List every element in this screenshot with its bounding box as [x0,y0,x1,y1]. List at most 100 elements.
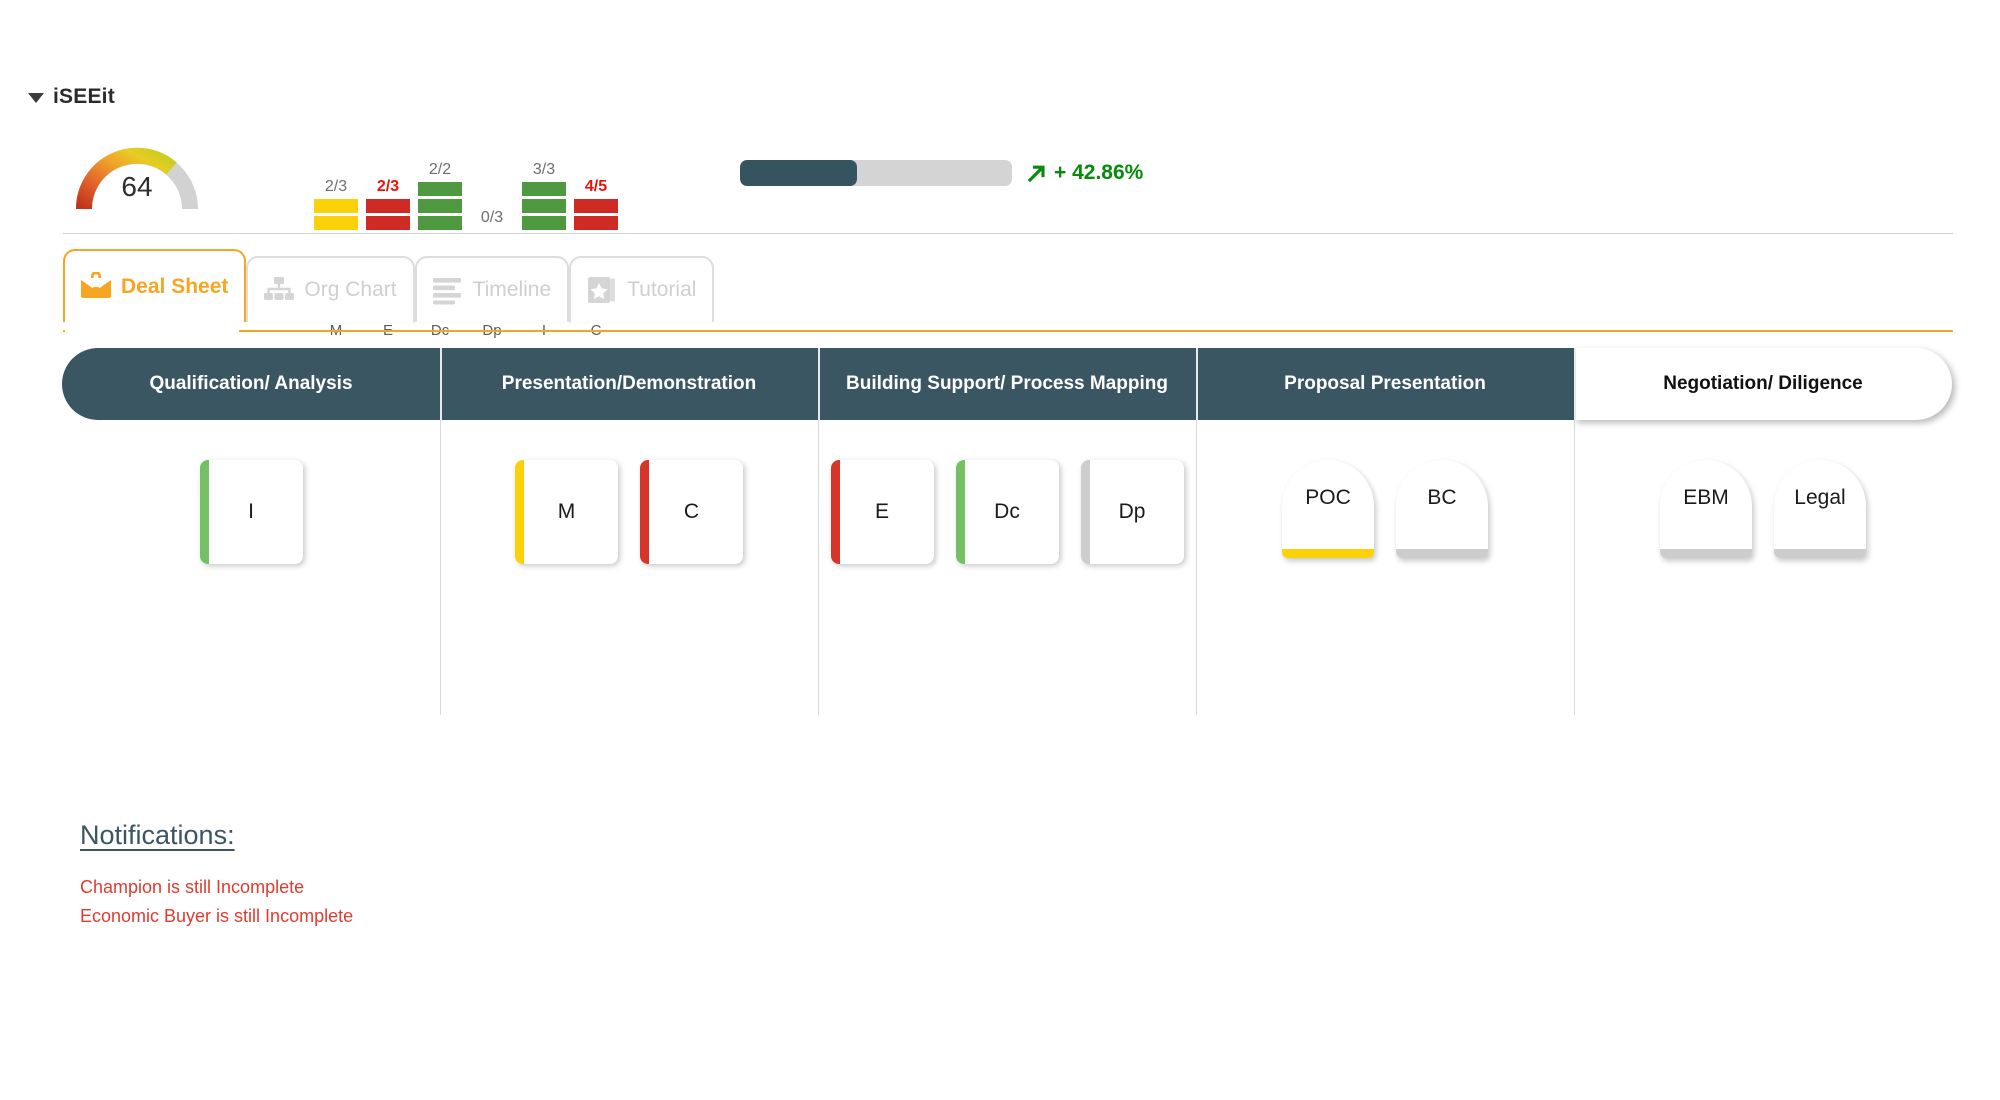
stage-card-columns: I M C E Dc Dp POC BC EBM Legal [62,420,1952,780]
deal-card-bc[interactable]: BC [1396,460,1488,558]
meddic-segment [314,216,358,230]
meddic-segment [418,199,462,213]
meddic-column-e: 2/3 [362,179,414,230]
card-status-bar [1774,549,1866,558]
meddic-column-dp: 0/3 [466,210,518,230]
notification-item: Champion is still Incomplete [80,877,305,897]
stage-label: Qualification/ Analysis [149,373,353,394]
tab-label-timeline: Timeline [472,278,552,301]
meddic-column-m: 2/3 [310,179,362,230]
meddic-stack-i [522,182,566,230]
timeline-icon [431,275,465,305]
meddic-score-dc: 2/2 [428,161,452,178]
tab-timeline[interactable]: Timeline [414,256,570,322]
meddic-score-m: 2/3 [324,178,348,195]
meddic-segment [418,182,462,196]
card-label: Dc [994,500,1020,523]
card-status-bar [830,460,840,564]
stage-label: Presentation/Demonstration [501,373,757,394]
meddic-segment [522,182,566,196]
tab-deal-sheet[interactable]: Deal Sheet [63,249,247,322]
progress-fill [740,160,857,186]
notification-item: Economic Buyer is still Incomplete [80,906,354,926]
card-status-bar [199,460,209,564]
tab-org-chart[interactable]: Org Chart [246,256,415,322]
card-status-bar [1080,460,1090,564]
progress-delta-label: + 42.86% [1054,161,1144,184]
meddic-segment [522,199,566,213]
card-label: Legal [1794,486,1846,509]
meddic-stack-dc [418,182,462,230]
card-status-bar [1282,549,1374,558]
stage-label: Building Support/ Process Mapping [846,373,1168,394]
stage-header-presentation-demonstration[interactable]: Presentation/Demonstration [440,348,818,420]
progress-track[interactable] [740,160,1012,186]
app-header[interactable]: iSEEit [28,85,115,109]
card-label: BC [1427,486,1457,509]
stage-column-negotiation-diligence: EBM Legal [1574,420,1952,780]
deal-card-e[interactable]: E [830,460,934,564]
meddic-column-c: 4/5 [570,179,622,230]
stage-header-negotiation-diligence[interactable]: Negotiation/ Diligence [1574,348,1952,420]
stage-header-proposal-presentation[interactable]: Proposal Presentation [1196,348,1574,420]
notifications-list: Champion is still Incomplete Economic Buy… [80,873,353,931]
health-gauge: 64 [72,135,202,213]
card-label: I [248,500,254,523]
card-label: M [557,500,576,523]
meddic-stack-c [574,199,618,230]
meddic-segment [522,216,566,230]
stage-column-proposal-presentation: POC BC [1196,420,1574,780]
card-status-bar [1660,549,1752,558]
deal-card-legal[interactable]: Legal [1774,460,1866,558]
meddic-segment [366,216,410,230]
card-label: Dp [1118,500,1146,523]
deal-card-dc[interactable]: Dc [955,460,1059,564]
card-status-bar [955,460,965,564]
stage-column-building-support-process-mapping: E Dc Dp [818,420,1196,780]
stage-header-qualification-analysis[interactable]: Qualification/ Analysis [62,348,440,420]
deal-card-ebm[interactable]: EBM [1660,460,1752,558]
meddic-segment [574,216,618,230]
deal-stage-board: Qualification/ Analysis Presentation/Demo… [62,348,1952,780]
meddic-segment [314,199,358,213]
deal-card-m[interactable]: M [515,460,618,564]
meddic-stack-m [314,199,358,230]
meddic-segment [574,199,618,213]
view-tabs: Deal Sheet Org Chart Timeline Tutorial [63,249,715,322]
card-label: EBM [1683,486,1729,509]
stage-header-row: Qualification/ Analysis Presentation/Demo… [62,348,1952,420]
meddic-segment [418,216,462,230]
tab-tutorial[interactable]: Tutorial [569,256,715,322]
meddic-stack-e [366,199,410,230]
notifications-panel: Notifications: Champion is still Incompl… [80,820,353,931]
book-star-icon [585,275,619,305]
gauge-value: 64 [121,171,153,202]
briefcase-icon [79,271,113,302]
active-tab-underline-gap [65,329,239,333]
deal-card-c[interactable]: C [640,460,743,564]
card-label: E [874,500,889,523]
meddic-column-dc: 2/2 [414,162,466,230]
deal-card-dp[interactable]: Dp [1080,460,1184,564]
deal-card-poc[interactable]: POC [1282,460,1374,558]
card-status-bar [1396,549,1488,558]
meddic-score-dp: 0/3 [480,209,504,226]
summary-strip: 64 2/32/32/20/33/34/5 MEDcDpIC + 42.86% [0,120,2000,339]
stage-label: Proposal Presentation [1284,373,1486,394]
meddic-score-c: 4/5 [584,178,608,195]
card-status-bar [515,460,524,564]
stage-label: Negotiation/ Diligence [1663,373,1863,394]
tab-label-org-chart: Org Chart [304,278,397,301]
stage-column-qualification-analysis: I [62,420,440,780]
stage-header-building-support-process-mapping[interactable]: Building Support/ Process Mapping [818,348,1196,420]
meddic-score-i: 3/3 [532,161,556,178]
deal-progress: + 42.86% [740,160,1143,186]
tab-label-tutorial: Tutorial [627,278,697,301]
meddic-segment [366,199,410,213]
stage-column-presentation-demonstration: MC [440,420,818,780]
deal-card-i[interactable]: I [199,460,303,564]
meddic-column-i: 3/3 [518,162,570,230]
org-chart-icon [262,275,296,305]
meddic-chart: 2/3 2/3 2/2 0/3 3/3 4/5 [310,122,622,230]
caret-down-icon[interactable] [28,93,44,103]
